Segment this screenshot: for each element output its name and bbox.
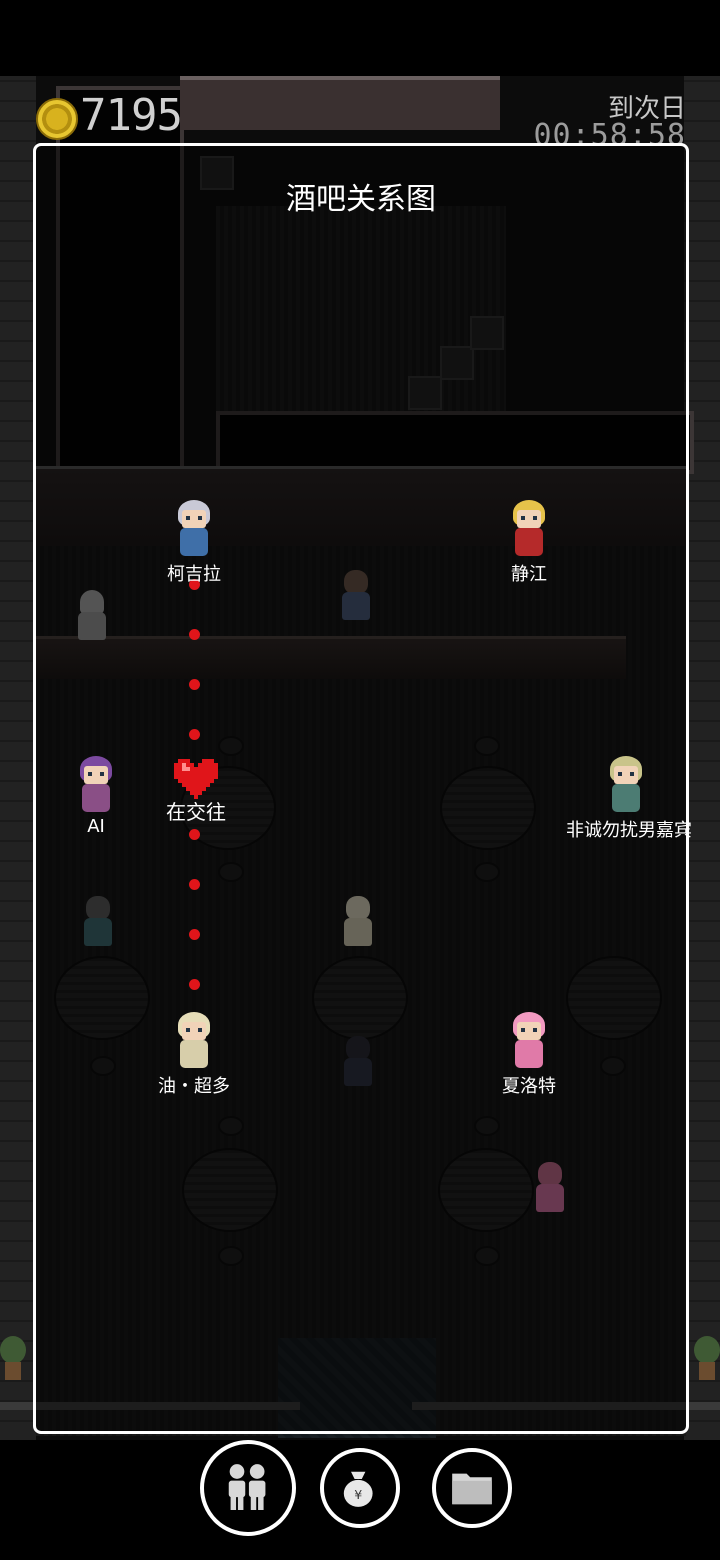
character-guest[interactable]: 非诚勿扰男嘉宾	[566, 756, 692, 842]
gold-amount: 7195	[80, 90, 183, 141]
heart-icon[interactable]	[174, 758, 218, 800]
svg-text:¥: ¥	[354, 1487, 362, 1502]
folder-button[interactable]	[432, 1448, 512, 1528]
back-wall-top	[180, 76, 500, 130]
money-bag-icon: ¥	[343, 1471, 373, 1507]
right-wall	[684, 76, 720, 1440]
relationship-line-dot	[189, 929, 200, 940]
character-sprite	[172, 500, 216, 558]
character-name: 柯吉拉	[167, 564, 221, 585]
folder-icon	[452, 1473, 492, 1505]
relationship-line-dot	[189, 829, 200, 840]
character-sprite	[507, 1012, 551, 1070]
character-youchaoduo[interactable]: 油・超多	[134, 1012, 254, 1098]
character-name: 静江	[511, 564, 547, 585]
character-name: AI	[87, 816, 105, 837]
character-ai[interactable]: AI	[36, 756, 156, 837]
character-charlotte[interactable]: 夏洛特	[469, 1012, 589, 1098]
people-icon	[228, 1464, 266, 1510]
character-sprite	[507, 500, 551, 558]
character-jingjiang[interactable]: 静江	[469, 500, 589, 586]
relationship-line-dot	[189, 679, 200, 690]
character-kejila[interactable]: 柯吉拉	[134, 500, 254, 586]
panel-title: 酒吧关系图	[286, 182, 436, 217]
potted-plant	[694, 1336, 720, 1386]
character-name: 非诚勿扰男嘉宾	[566, 820, 692, 841]
relationship-chart-panel: 酒吧关系图 在交往 柯吉拉 静江 AI 非诚勿扰男嘉宾 油・超多 夏洛特	[33, 143, 692, 1434]
relationship-button[interactable]	[200, 1440, 296, 1536]
character-name: 油・超多	[158, 1076, 230, 1097]
character-sprite	[172, 1012, 216, 1070]
character-name: 夏洛特	[502, 1076, 556, 1097]
relationship-line-dot	[189, 629, 200, 640]
character-sprite	[604, 756, 648, 814]
relationship-line-dot	[189, 729, 200, 740]
relationship-line-dot	[189, 979, 200, 990]
relationship-line-dot	[189, 879, 200, 890]
character-sprite	[74, 756, 118, 814]
relationship-label: 在交往	[166, 800, 226, 824]
money-bag-button[interactable]: ¥	[320, 1448, 400, 1528]
left-wall	[0, 76, 36, 1440]
gold-coin-icon	[36, 98, 78, 140]
potted-plant	[0, 1336, 26, 1386]
